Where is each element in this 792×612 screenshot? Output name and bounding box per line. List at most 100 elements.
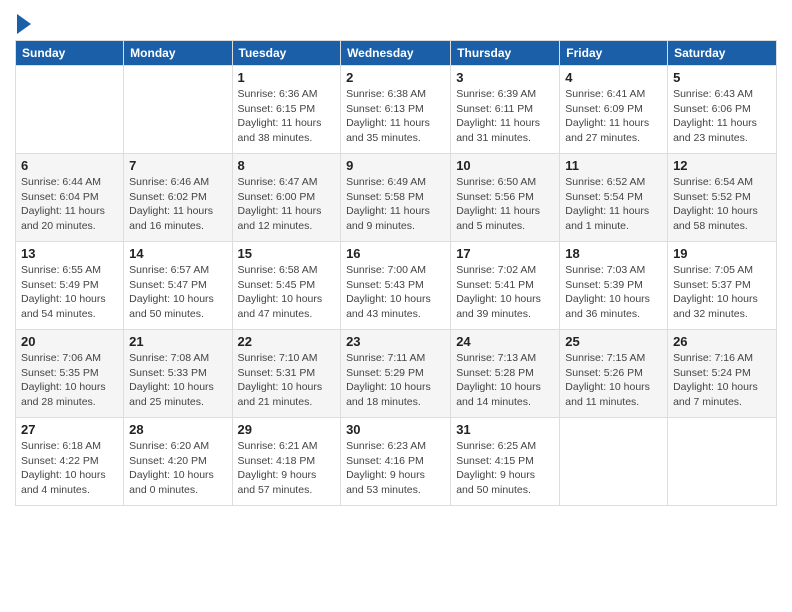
page-header (15, 10, 777, 34)
calendar-day-cell: 28 Sunrise: 6:20 AM Sunset: 4:20 PM Dayli… (124, 418, 232, 506)
day-info: Sunrise: 6:47 AM Sunset: 6:00 PM Dayligh… (238, 175, 336, 234)
day-info: Sunrise: 6:39 AM Sunset: 6:11 PM Dayligh… (456, 87, 554, 146)
calendar-day-cell: 20 Sunrise: 7:06 AM Sunset: 5:35 PM Dayli… (16, 330, 124, 418)
day-number: 22 (238, 334, 336, 349)
calendar-day-cell: 10 Sunrise: 6:50 AM Sunset: 5:56 PM Dayli… (451, 154, 560, 242)
calendar-day-cell: 23Sunrise: 7:11 AM Sunset: 5:29 PM Dayli… (341, 330, 451, 418)
day-info: Sunrise: 6:44 AM Sunset: 6:04 PM Dayligh… (21, 175, 118, 234)
day-number: 17 (456, 246, 554, 261)
logo-arrow-icon (17, 14, 31, 34)
column-header-saturday: Saturday (668, 41, 777, 66)
column-header-friday: Friday (560, 41, 668, 66)
column-header-tuesday: Tuesday (232, 41, 341, 66)
calendar-day-cell: 16 Sunrise: 7:00 AM Sunset: 5:43 PM Dayli… (341, 242, 451, 330)
day-info: Sunrise: 7:15 AM Sunset: 5:26 PM Dayligh… (565, 351, 662, 410)
day-number: 10 (456, 158, 554, 173)
day-info: Sunrise: 7:00 AM Sunset: 5:43 PM Dayligh… (346, 263, 445, 322)
day-number: 3 (456, 70, 554, 85)
day-info: Sunrise: 6:50 AM Sunset: 5:56 PM Dayligh… (456, 175, 554, 234)
day-info: Sunrise: 7:08 AM Sunset: 5:33 PM Dayligh… (129, 351, 226, 410)
day-number: 6 (21, 158, 118, 173)
day-info: Sunrise: 6:46 AM Sunset: 6:02 PM Dayligh… (129, 175, 226, 234)
day-number: 16 (346, 246, 445, 261)
day-number: 15 (238, 246, 336, 261)
calendar-day-cell: 2 Sunrise: 6:38 AM Sunset: 6:13 PM Daylig… (341, 66, 451, 154)
calendar-week-row: 27Sunrise: 6:18 AM Sunset: 4:22 PM Dayli… (16, 418, 777, 506)
day-info: Sunrise: 7:16 AM Sunset: 5:24 PM Dayligh… (673, 351, 771, 410)
calendar-empty-cell (560, 418, 668, 506)
calendar-day-cell: 30Sunrise: 6:23 AM Sunset: 4:16 PM Dayli… (341, 418, 451, 506)
calendar-day-cell: 22Sunrise: 7:10 AM Sunset: 5:31 PM Dayli… (232, 330, 341, 418)
day-number: 26 (673, 334, 771, 349)
column-header-thursday: Thursday (451, 41, 560, 66)
day-info: Sunrise: 6:20 AM Sunset: 4:20 PM Dayligh… (129, 439, 226, 498)
day-info: Sunrise: 6:21 AM Sunset: 4:18 PM Dayligh… (238, 439, 336, 498)
calendar-day-cell: 3 Sunrise: 6:39 AM Sunset: 6:11 PM Daylig… (451, 66, 560, 154)
calendar-day-cell: 6 Sunrise: 6:44 AM Sunset: 6:04 PM Daylig… (16, 154, 124, 242)
calendar-day-cell: 24 Sunrise: 7:13 AM Sunset: 5:28 PM Dayli… (451, 330, 560, 418)
calendar-header-row: SundayMondayTuesdayWednesdayThursdayFrid… (16, 41, 777, 66)
day-number: 5 (673, 70, 771, 85)
day-number: 30 (346, 422, 445, 437)
day-number: 13 (21, 246, 118, 261)
column-header-monday: Monday (124, 41, 232, 66)
calendar-day-cell: 21Sunrise: 7:08 AM Sunset: 5:33 PM Dayli… (124, 330, 232, 418)
calendar-day-cell: 31 Sunrise: 6:25 AM Sunset: 4:15 PM Dayli… (451, 418, 560, 506)
calendar-day-cell: 1 Sunrise: 6:36 AM Sunset: 6:15 PM Daylig… (232, 66, 341, 154)
day-number: 28 (129, 422, 226, 437)
calendar-day-cell: 9 Sunrise: 6:49 AM Sunset: 5:58 PM Daylig… (341, 154, 451, 242)
calendar-day-cell: 11Sunrise: 6:52 AM Sunset: 5:54 PM Dayli… (560, 154, 668, 242)
day-number: 1 (238, 70, 336, 85)
logo (15, 16, 31, 34)
day-number: 27 (21, 422, 118, 437)
day-number: 20 (21, 334, 118, 349)
day-info: Sunrise: 6:43 AM Sunset: 6:06 PM Dayligh… (673, 87, 771, 146)
day-info: Sunrise: 7:06 AM Sunset: 5:35 PM Dayligh… (21, 351, 118, 410)
calendar-day-cell: 8 Sunrise: 6:47 AM Sunset: 6:00 PM Daylig… (232, 154, 341, 242)
calendar-day-cell: 15 Sunrise: 6:58 AM Sunset: 5:45 PM Dayli… (232, 242, 341, 330)
day-number: 4 (565, 70, 662, 85)
calendar-week-row: 6 Sunrise: 6:44 AM Sunset: 6:04 PM Daylig… (16, 154, 777, 242)
day-info: Sunrise: 6:25 AM Sunset: 4:15 PM Dayligh… (456, 439, 554, 498)
calendar-day-cell: 14Sunrise: 6:57 AM Sunset: 5:47 PM Dayli… (124, 242, 232, 330)
calendar-week-row: 13 Sunrise: 6:55 AM Sunset: 5:49 PM Dayli… (16, 242, 777, 330)
calendar-day-cell: 19 Sunrise: 7:05 AM Sunset: 5:37 PM Dayli… (668, 242, 777, 330)
day-info: Sunrise: 6:55 AM Sunset: 5:49 PM Dayligh… (21, 263, 118, 322)
calendar-week-row: 1 Sunrise: 6:36 AM Sunset: 6:15 PM Daylig… (16, 66, 777, 154)
calendar-empty-cell (124, 66, 232, 154)
day-info: Sunrise: 7:13 AM Sunset: 5:28 PM Dayligh… (456, 351, 554, 410)
calendar-day-cell: 25 Sunrise: 7:15 AM Sunset: 5:26 PM Dayli… (560, 330, 668, 418)
calendar-day-cell: 5 Sunrise: 6:43 AM Sunset: 6:06 PM Daylig… (668, 66, 777, 154)
day-info: Sunrise: 6:41 AM Sunset: 6:09 PM Dayligh… (565, 87, 662, 146)
calendar-day-cell: 27Sunrise: 6:18 AM Sunset: 4:22 PM Dayli… (16, 418, 124, 506)
calendar-day-cell: 12 Sunrise: 6:54 AM Sunset: 5:52 PM Dayli… (668, 154, 777, 242)
day-info: Sunrise: 6:38 AM Sunset: 6:13 PM Dayligh… (346, 87, 445, 146)
day-number: 18 (565, 246, 662, 261)
day-info: Sunrise: 7:02 AM Sunset: 5:41 PM Dayligh… (456, 263, 554, 322)
day-info: Sunrise: 6:49 AM Sunset: 5:58 PM Dayligh… (346, 175, 445, 234)
day-number: 9 (346, 158, 445, 173)
day-info: Sunrise: 6:52 AM Sunset: 5:54 PM Dayligh… (565, 175, 662, 234)
day-info: Sunrise: 6:57 AM Sunset: 5:47 PM Dayligh… (129, 263, 226, 322)
day-number: 2 (346, 70, 445, 85)
day-number: 24 (456, 334, 554, 349)
day-info: Sunrise: 6:36 AM Sunset: 6:15 PM Dayligh… (238, 87, 336, 146)
day-number: 29 (238, 422, 336, 437)
day-number: 19 (673, 246, 771, 261)
day-number: 8 (238, 158, 336, 173)
calendar-day-cell: 29 Sunrise: 6:21 AM Sunset: 4:18 PM Dayli… (232, 418, 341, 506)
day-info: Sunrise: 7:05 AM Sunset: 5:37 PM Dayligh… (673, 263, 771, 322)
day-info: Sunrise: 6:58 AM Sunset: 5:45 PM Dayligh… (238, 263, 336, 322)
day-number: 7 (129, 158, 226, 173)
day-number: 12 (673, 158, 771, 173)
column-header-wednesday: Wednesday (341, 41, 451, 66)
calendar-day-cell: 26 Sunrise: 7:16 AM Sunset: 5:24 PM Dayli… (668, 330, 777, 418)
calendar-table: SundayMondayTuesdayWednesdayThursdayFrid… (15, 40, 777, 506)
day-info: Sunrise: 6:54 AM Sunset: 5:52 PM Dayligh… (673, 175, 771, 234)
day-number: 23 (346, 334, 445, 349)
calendar-day-cell: 17 Sunrise: 7:02 AM Sunset: 5:41 PM Dayli… (451, 242, 560, 330)
day-number: 31 (456, 422, 554, 437)
column-header-sunday: Sunday (16, 41, 124, 66)
calendar-empty-cell (668, 418, 777, 506)
day-number: 25 (565, 334, 662, 349)
